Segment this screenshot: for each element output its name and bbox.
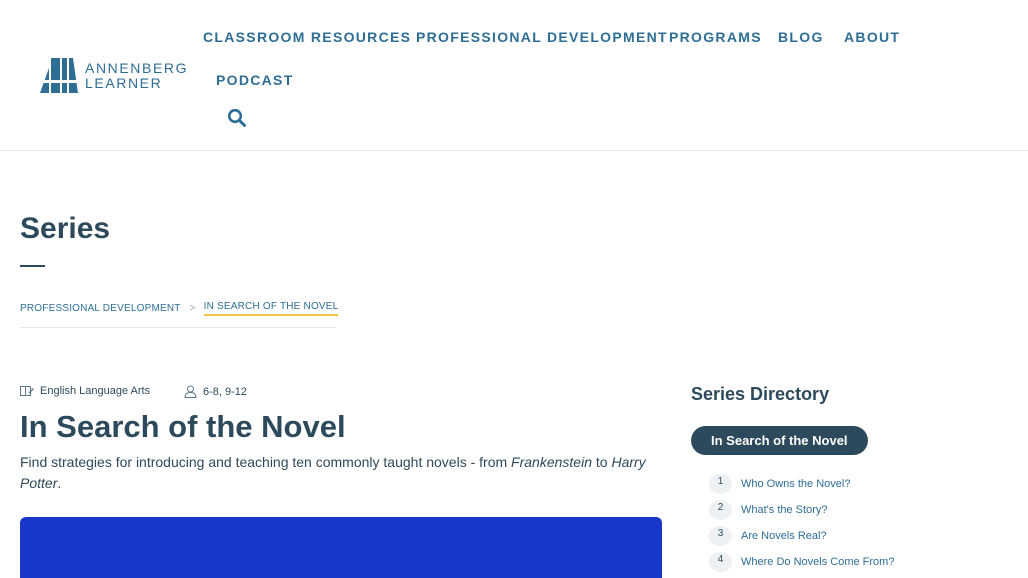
episode-item[interactable]: 4 Where Do Novels Come From? [709,552,894,572]
episode-title[interactable]: Who Owns the Novel? [741,478,850,490]
desc-title-frankenstein: Frankenstein [511,454,592,470]
series-directory-title: Series Directory [691,384,830,404]
site-header: ANNENBERG LEARNER CLASSROOM RESOURCES PR… [0,0,1028,151]
logo-mark-icon [40,58,78,93]
breadcrumb-divider [20,327,335,328]
episode-item[interactable]: 3 Are Novels Real? [709,526,827,546]
title-underline [20,265,45,267]
episode-number: 2 [709,500,732,520]
directory-active-series[interactable]: In Search of the Novel [691,426,868,455]
episode-item[interactable]: 2 What's the Story? [709,500,827,520]
episode-item[interactable]: 1 Who Owns the Novel? [709,474,850,494]
logo-wordmark: ANNENBERG LEARNER [85,59,189,91]
grade-label: 6-8, 9-12 [203,385,248,398]
episode-number: 4 [709,552,732,572]
desc-part-1: Find strategies for introducing and teac… [20,454,512,470]
subject-tag: English Language Arts [20,385,150,397]
desc-part-2: to [591,454,612,470]
episode-number: 1 [709,474,732,494]
series-title: In Search of the Novel [20,409,346,444]
student-icon [184,385,197,398]
page-title: Series [20,212,111,245]
desc-part-3: . [57,475,62,491]
nav-about[interactable]: ABOUT [844,29,900,45]
episode-title[interactable]: What's the Story? [741,504,827,516]
subject-label: English Language Arts [40,385,151,397]
episode-title[interactable]: Are Novels Real? [741,530,827,542]
book-icon [20,386,34,396]
series-description: Find strategies for introducing and teac… [20,452,660,494]
episode-number: 3 [709,526,732,546]
breadcrumb: PROFESSIONAL DEVELOPMENT > IN SEARCH OF … [20,301,339,316]
logo-line-2: LEARNER [85,74,163,91]
nav-programs[interactable]: PROGRAMS [669,29,762,45]
breadcrumb-current[interactable]: IN SEARCH OF THE NOVEL [203,301,339,316]
nav-professional-development[interactable]: PROFESSIONAL DEVELOPMENT [416,29,668,45]
annenberg-learner-logo[interactable]: ANNENBERG LEARNER [40,58,188,93]
nav-blog[interactable]: BLOG [778,29,824,45]
search-icon[interactable] [227,108,247,128]
nav-classroom-resources[interactable]: CLASSROOM RESOURCES [203,29,411,45]
breadcrumb-separator: > [189,303,196,314]
video-player[interactable] [20,517,662,578]
grade-tag: 6-8, 9-12 [184,385,247,398]
episode-title[interactable]: Where Do Novels Come From? [741,556,894,568]
breadcrumb-professional-development[interactable]: PROFESSIONAL DEVELOPMENT [20,303,181,314]
nav-podcast[interactable]: PODCAST [216,72,294,88]
logo-line-1: ANNENBERG [85,59,189,76]
